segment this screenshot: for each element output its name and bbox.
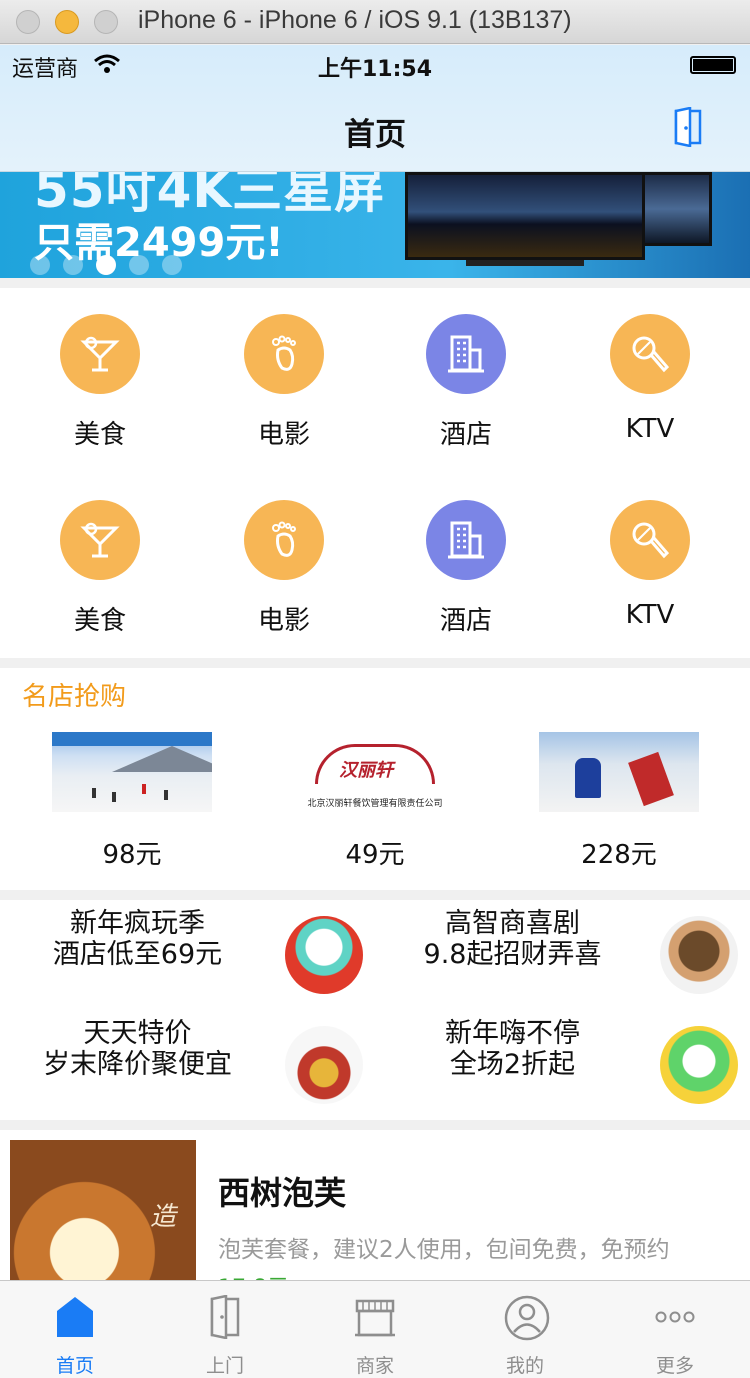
sledding-image <box>539 732 699 812</box>
promo-subtitle: 9.8起招财弄喜 <box>423 939 602 970</box>
featured-price: 98元 <box>102 840 162 870</box>
tab-store[interactable]: 商家 <box>300 1281 450 1378</box>
promo-subtitle: 酒店低至69元 <box>52 939 223 970</box>
category-label: 电影 <box>257 420 310 450</box>
category-item[interactable]: 酒店 <box>406 500 526 637</box>
tab-profile[interactable]: 我的 <box>450 1281 600 1378</box>
tab-label: 上门 <box>205 1355 244 1377</box>
tab-label: 更多 <box>655 1355 694 1377</box>
promo-item[interactable]: 高智商喜剧 9.8起招财弄喜 <box>375 900 750 1010</box>
mascot-image <box>660 1026 738 1104</box>
footprint-icon <box>244 500 324 580</box>
tab-door[interactable]: 上门 <box>150 1281 300 1378</box>
banner-page-control[interactable] <box>30 255 182 275</box>
tv-image <box>642 172 712 246</box>
promo-item[interactable]: 天天特价 岁末降价聚便宜 <box>0 1010 375 1120</box>
promo-item[interactable]: 新年嗨不停 全场2折起 <box>375 1010 750 1120</box>
page-dot[interactable] <box>96 255 116 275</box>
featured-price: 49元 <box>345 840 405 870</box>
tab-label: 我的 <box>505 1355 544 1377</box>
category-label: 电影 <box>257 606 310 636</box>
cocktail-icon <box>60 314 140 394</box>
category-grid: 美食 电影 酒店 KTV 美食 电影 酒店 KTV <box>0 288 750 658</box>
tab-label: 商家 <box>355 1355 394 1377</box>
category-item[interactable]: KTV <box>590 500 710 630</box>
section-title: 名店抢购 <box>22 682 127 712</box>
page-dot[interactable] <box>30 255 50 275</box>
store-icon <box>355 1299 395 1337</box>
restaurant-logo: 汉丽轩 北京汉丽轩餐饮管理有限责任公司 <box>295 732 455 812</box>
profile-icon <box>504 1295 550 1341</box>
promo-grid: 新年疯玩季 酒店低至69元 高智商喜剧 9.8起招财弄喜 天天特价 岁末降价聚便宜 新… <box>0 900 750 1120</box>
battery-icon <box>690 56 736 74</box>
money-bag-image <box>285 1026 363 1104</box>
tab-more[interactable]: 更多 <box>600 1281 750 1378</box>
simulator-title: iPhone 6 - iPhone 6 / iOS 9.1 (13B137) <box>138 6 572 34</box>
category-item[interactable]: 美食 <box>40 500 160 637</box>
tv-stand <box>466 260 584 266</box>
category-label: KTV <box>625 600 675 630</box>
building-icon <box>426 500 506 580</box>
mascot-image <box>285 916 363 994</box>
category-label: 美食 <box>73 606 126 636</box>
window-minimize-button[interactable] <box>55 10 79 34</box>
more-icon <box>655 1311 695 1323</box>
category-item[interactable]: KTV <box>590 314 710 444</box>
promo-title: 天天特价 <box>83 1018 192 1049</box>
promo-subtitle: 全场2折起 <box>449 1049 576 1080</box>
product-image: 造 <box>10 1140 196 1280</box>
tab-home[interactable]: 首页 <box>0 1281 150 1378</box>
door-icon[interactable] <box>674 107 708 147</box>
featured-item[interactable]: 汉丽轩 北京汉丽轩餐饮管理有限责任公司 49元 <box>295 732 455 871</box>
window-zoom-button[interactable] <box>94 10 118 34</box>
ski-resort-image <box>52 732 212 812</box>
promo-title: 新年疯玩季 <box>70 908 205 939</box>
microphone-icon <box>610 314 690 394</box>
category-item[interactable]: 酒店 <box>406 314 526 451</box>
featured-item[interactable]: 98元 <box>52 732 212 871</box>
category-item[interactable]: 电影 <box>224 314 344 451</box>
promo-title: 新年嗨不停 <box>445 1018 580 1049</box>
page-dot[interactable] <box>63 255 83 275</box>
tab-label: 首页 <box>55 1355 94 1377</box>
simulator-titlebar: iPhone 6 - iPhone 6 / iOS 9.1 (13B137) <box>0 0 750 44</box>
page-title: 首页 <box>344 117 406 153</box>
category-item[interactable]: 美食 <box>40 314 160 451</box>
list-item-title: 西树泡芙 <box>218 1174 347 1212</box>
tab-bar: 首页 上门 商家 我的 更多 <box>0 1280 750 1378</box>
status-time: 上午11:54 <box>317 57 433 82</box>
door-icon <box>210 1295 240 1339</box>
category-label: KTV <box>625 414 675 444</box>
cocktail-icon <box>60 500 140 580</box>
category-label: 美食 <box>73 420 126 450</box>
navigation-bar: 运营商 上午11:54 首页 <box>0 45 750 172</box>
list-item[interactable]: 造 西树泡芙 泡芙套餐，建议2人使用，包间免费，免预约 17.8元 <box>0 1130 750 1280</box>
building-icon <box>426 314 506 394</box>
category-label: 酒店 <box>439 420 492 450</box>
page-dot[interactable] <box>162 255 182 275</box>
category-label: 酒店 <box>439 606 492 636</box>
promo-title: 高智商喜剧 <box>445 908 580 939</box>
window-close-button[interactable] <box>16 10 40 34</box>
actor-image <box>660 916 738 994</box>
list-item-desc: 泡芙套餐，建议2人使用，包间免费，免预约 <box>218 1237 670 1263</box>
promo-subtitle: 岁末降价聚便宜 <box>43 1049 232 1080</box>
tv-image <box>405 172 645 260</box>
featured-item[interactable]: 228元 <box>539 732 699 871</box>
promo-item[interactable]: 新年疯玩季 酒店低至69元 <box>0 900 375 1010</box>
category-item[interactable]: 电影 <box>224 500 344 637</box>
list-item-price: 17.8元 <box>218 1270 289 1280</box>
page-dot[interactable] <box>129 255 149 275</box>
home-icon <box>57 1297 93 1337</box>
microphone-icon <box>610 500 690 580</box>
featured-section: 名店抢购 98元 汉丽轩 北京汉丽轩餐饮管理有限责任公司 49元 228元 <box>0 668 750 890</box>
featured-price: 228元 <box>581 840 657 870</box>
footprint-icon <box>244 314 324 394</box>
promo-banner[interactable]: 55吋4K三星屏 只需2499元! <box>0 172 750 278</box>
